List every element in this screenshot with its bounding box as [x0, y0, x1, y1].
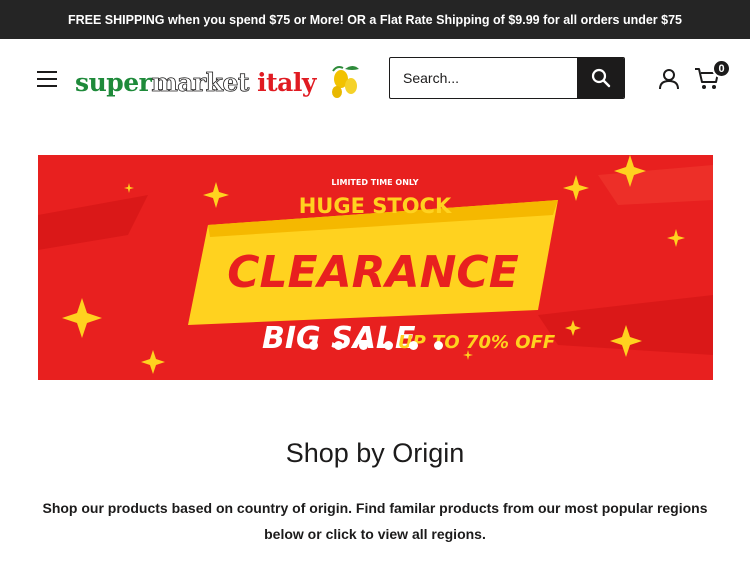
banner-kicker: LIMITED TIME ONLY: [331, 178, 418, 187]
search-button[interactable]: [577, 58, 624, 98]
carousel-dot-6[interactable]: [433, 341, 443, 350]
banner-main-title: CLEARANCE: [227, 247, 519, 298]
hero-banner[interactable]: LIMITED TIME ONLY HUGE STOCK CLEARANCE B…: [38, 155, 713, 380]
carousel-dot-3[interactable]: [358, 341, 368, 350]
section-description: Shop our products based on country of or…: [42, 500, 708, 542]
banner-headline: HUGE STOCK: [299, 194, 452, 218]
search-icon: [591, 68, 610, 88]
menu-icon[interactable]: [37, 71, 57, 87]
site-header: supermarket italy 0: [0, 39, 750, 117]
cart-count-badge: 0: [712, 59, 731, 78]
svg-text:supermarket italy: supermarket italy: [75, 68, 318, 97]
carousel-dots: [38, 341, 713, 353]
account-icon[interactable]: [658, 68, 680, 90]
carousel-dot-2[interactable]: [333, 341, 343, 350]
search-box: [389, 57, 625, 99]
carousel-dot-4[interactable]: [383, 341, 393, 350]
carousel-dot-1[interactable]: [308, 341, 318, 350]
store-logo[interactable]: supermarket italy: [75, 59, 365, 103]
announcement-text: FREE SHIPPING when you spend $75 or More…: [67, 12, 683, 27]
announcement-bar: FREE SHIPPING when you spend $75 or More…: [0, 0, 750, 39]
search-input[interactable]: [390, 58, 578, 98]
carousel-dot-5[interactable]: [408, 341, 418, 350]
section-title: Shop by Origin: [285, 438, 465, 468]
